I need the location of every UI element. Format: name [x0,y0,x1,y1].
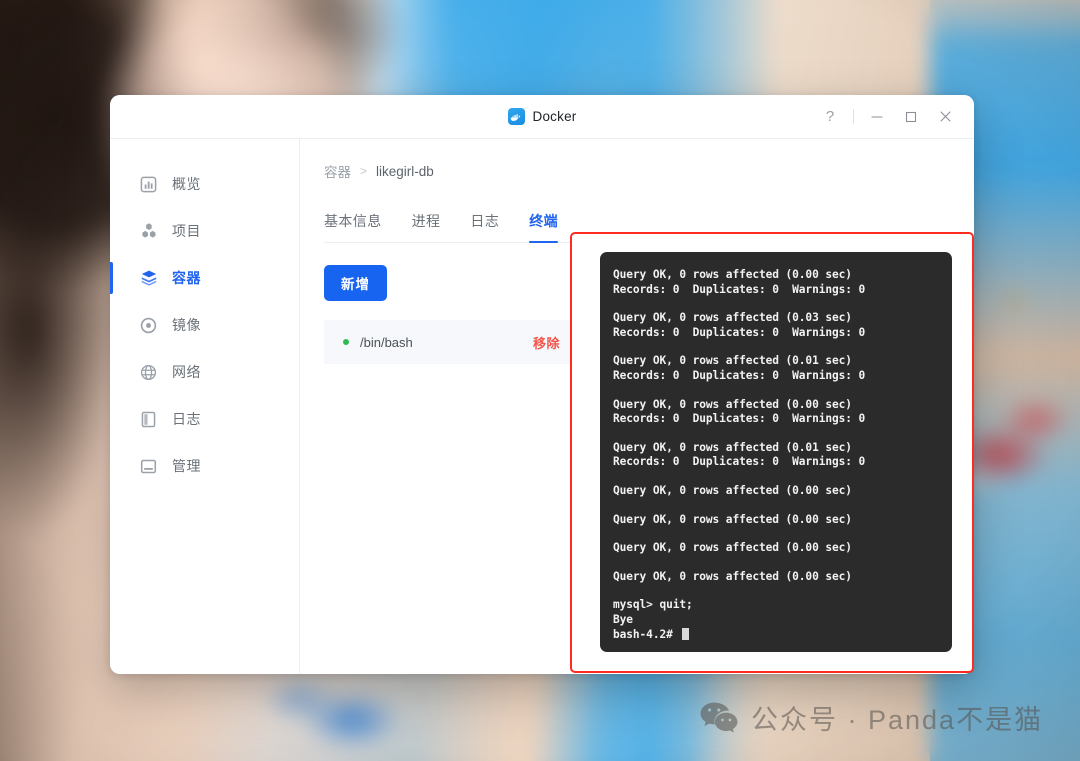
sidebar-item-projects[interactable]: 项目 [110,208,299,254]
tab-basic-info[interactable]: 基本信息 [324,211,382,242]
sidebar-item-containers[interactable]: 容器 [110,255,299,301]
sidebar-item-label: 概览 [172,176,201,192]
terminal-line: Query OK, 0 rows affected (0.01 sec) [613,354,852,368]
cube-stack-icon [139,269,158,288]
desktop-wallpaper: Docker ? 概览 项目 容器 镜像 网络 日志 管理 容器 > likeg… [0,0,1080,761]
breadcrumb-separator: > [360,164,368,178]
terminal-line: Bye [613,612,633,626]
terminal-line: Query OK, 0 rows affected (0.00 sec) [613,483,852,497]
terminal-line: Query OK, 0 rows affected (0.00 sec) [613,569,852,583]
sidebar-item-network[interactable]: 网络 [110,349,299,395]
controls-divider [853,109,854,124]
terminal-line: Records: 0 Duplicates: 0 Warnings: 0 [613,282,866,296]
terminal-cursor [682,627,690,640]
book-icon [139,410,158,429]
sidebar-item-label: 日志 [172,411,201,427]
terminal-line: Query OK, 0 rows affected (0.00 sec) [613,268,852,281]
add-button[interactable]: 新增 [324,265,387,301]
terminal-block: Query OK, 0 rows affected (0.01 sec) Reco… [613,354,938,383]
close-icon[interactable] [928,100,962,134]
terminal-block: Query OK, 0 rows affected (0.00 sec) [613,570,938,585]
sidebar-item-logs[interactable]: 日志 [110,396,299,442]
terminal-line: Query OK, 0 rows affected (0.00 sec) [613,541,852,555]
terminal-line: Query OK, 0 rows affected (0.01 sec) [613,440,852,454]
window-titlebar[interactable]: Docker ? [110,95,974,139]
breadcrumb: 容器 > likegirl-db [324,161,948,181]
window-title: Docker [532,109,577,124]
session-name: /bin/bash [360,334,413,350]
terminal-block: mysql> quit; Bye bash-4.2# [613,598,938,642]
tab-terminal[interactable]: 终端 [529,211,558,243]
minimize-icon[interactable] [860,100,894,134]
sidebar-item-overview[interactable]: 概览 [110,161,299,207]
window-controls: ? [813,95,974,138]
maximize-icon[interactable] [894,100,928,134]
sidebar-item-manage[interactable]: 管理 [110,443,299,489]
terminal-line: Records: 0 Duplicates: 0 Warnings: 0 [613,455,866,469]
sidebar: 概览 项目 容器 镜像 网络 日志 管理 [110,139,300,674]
status-dot-icon [343,339,349,345]
remove-session-link[interactable]: 移除 [533,333,560,352]
server-icon [139,457,158,476]
watermark-text: 公众号 · Panda不是猫 [751,705,1044,735]
terminal-line: Records: 0 Duplicates: 0 Warnings: 0 [613,368,866,382]
sidebar-item-label: 容器 [172,270,201,286]
tab-processes[interactable]: 进程 [412,211,441,242]
terminal-line: Query OK, 0 rows affected (0.00 sec) [613,512,852,526]
terminal-line: bash-4.2# [613,627,938,643]
molecule-icon [139,222,158,241]
terminal-block: Query OK, 0 rows affected (0.00 sec) Reco… [613,398,938,427]
breadcrumb-root[interactable]: 容器 [324,161,351,181]
tab-logs[interactable]: 日志 [470,211,499,242]
breadcrumb-current: likegirl-db [376,163,434,179]
terminal-line: mysql> quit; [613,598,693,612]
disc-icon [139,316,158,335]
terminal-block: Query OK, 0 rows affected (0.00 sec) Reco… [613,268,938,297]
chart-bar-icon [139,175,158,194]
terminal-block: Query OK, 0 rows affected (0.03 sec) Reco… [613,311,938,340]
terminal-block: Query OK, 0 rows affected (0.01 sec) Reco… [613,441,938,470]
sidebar-item-label: 镜像 [172,317,201,333]
terminal-line: Records: 0 Duplicates: 0 Warnings: 0 [613,412,866,426]
terminal-line: Records: 0 Duplicates: 0 Warnings: 0 [613,325,866,339]
list-item[interactable]: /bin/bash 移除 [324,320,576,364]
terminal-line: Query OK, 0 rows affected (0.00 sec) [613,397,852,411]
sidebar-item-label: 管理 [172,458,201,474]
globe-icon [139,363,158,382]
sidebar-item-images[interactable]: 镜像 [110,302,299,348]
terminal-output[interactable]: Query OK, 0 rows affected (0.00 sec) Reco… [600,252,952,652]
sidebar-item-label: 项目 [172,223,201,239]
watermark: 公众号 · Panda不是猫 [700,698,1043,737]
wechat-icon [700,702,738,734]
help-button[interactable]: ? [813,100,847,134]
terminal-line: Query OK, 0 rows affected (0.03 sec) [613,311,852,325]
terminal-block: Query OK, 0 rows affected (0.00 sec) [613,541,938,556]
terminal-block: Query OK, 0 rows affected (0.00 sec) [613,484,938,499]
docker-whale-icon [507,108,525,125]
sidebar-item-label: 网络 [172,364,201,380]
terminal-block: Query OK, 0 rows affected (0.00 sec) [613,513,938,528]
